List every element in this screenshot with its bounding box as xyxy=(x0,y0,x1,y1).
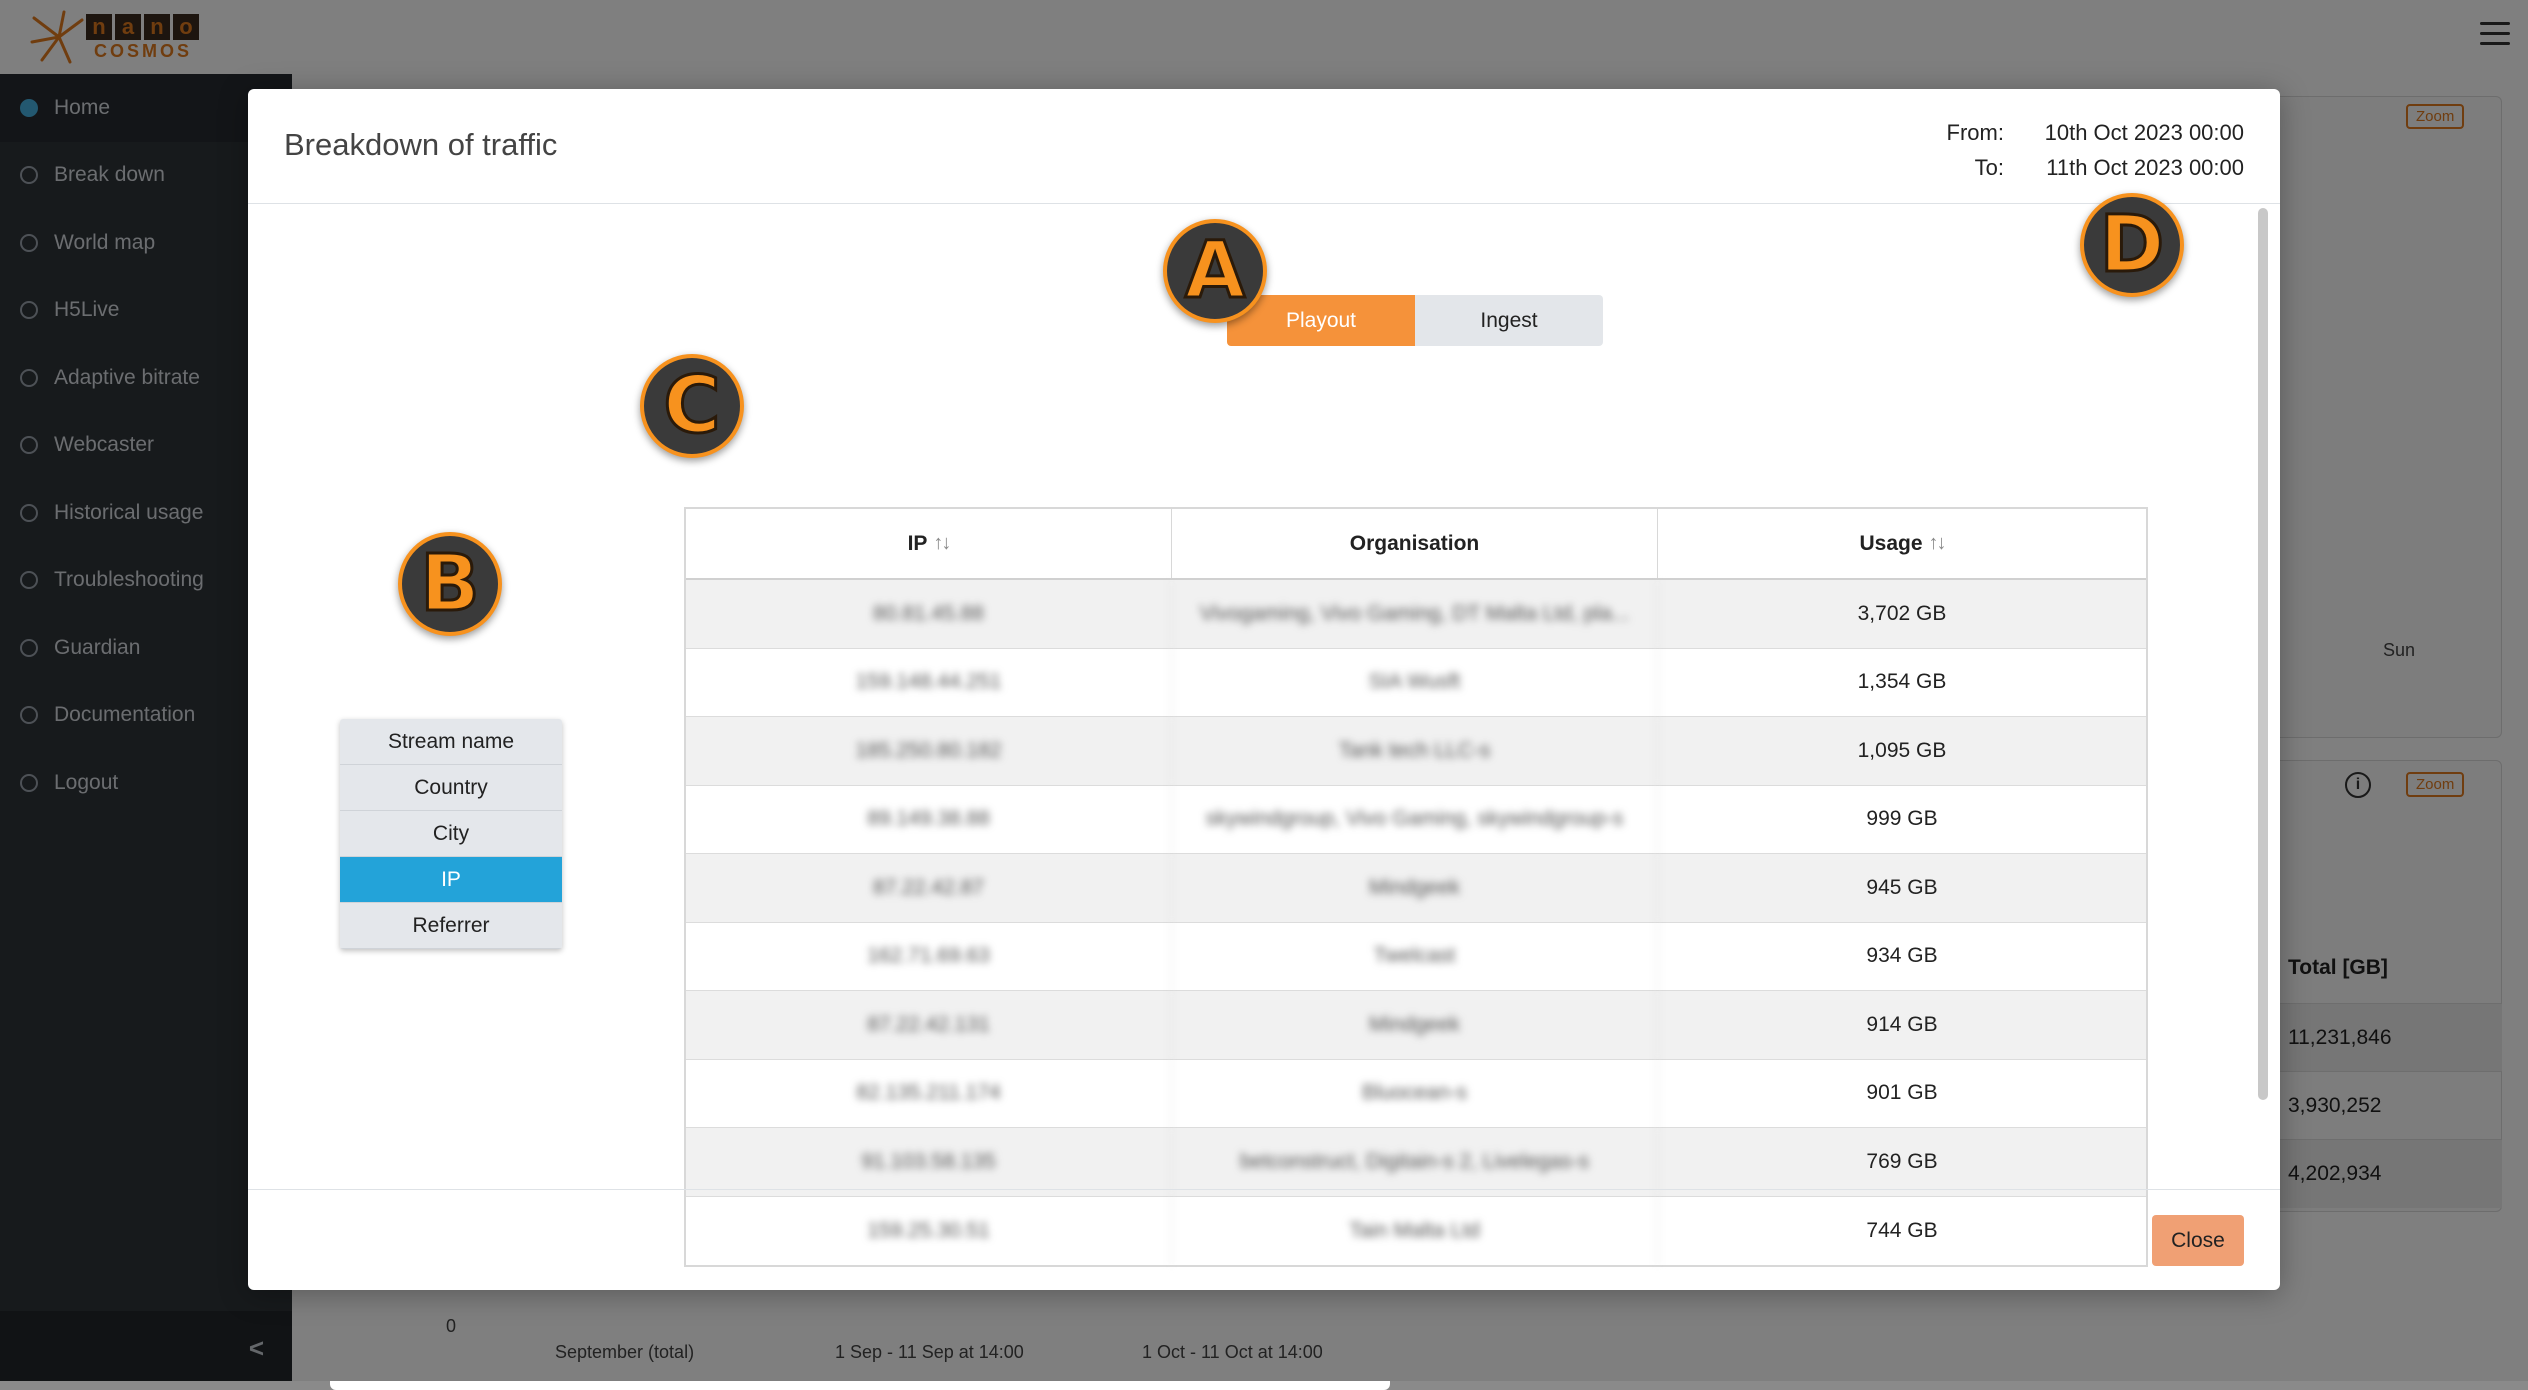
usage-cell: 914 GB xyxy=(1866,1012,1938,1036)
organisation-cell: Twelcast xyxy=(1172,922,1658,990)
annotation-badge-c: C xyxy=(640,354,744,458)
table-row: 80.81.45.88 Vivogaming, Vivo Gaming, DT … xyxy=(686,580,2146,649)
scrollbar[interactable] xyxy=(2258,208,2268,1100)
to-label: To: xyxy=(1974,154,2004,180)
category-city[interactable]: City xyxy=(340,811,562,857)
date-range: From: 10th Oct 2023 00:00 To: 11th Oct 2… xyxy=(1904,115,2244,185)
annotation-badge-d: D xyxy=(2080,193,2184,297)
category-country[interactable]: Country xyxy=(340,765,562,811)
table-row: 87.22.42.131 Mindgeek 914 GB xyxy=(686,991,2146,1060)
ip-cell: 162.71.69.63 xyxy=(686,922,1172,990)
table-row: 162.71.69.63 Twelcast 934 GB xyxy=(686,922,2146,991)
ingest-button[interactable]: Ingest xyxy=(1415,295,1603,346)
table-header: IP ↑↓ Organisation Usage ↑↓ xyxy=(686,509,2146,580)
modal-footer: Close xyxy=(248,1189,2280,1291)
organisation-column-header: Organisation xyxy=(1172,509,1658,578)
ip-cell: 91.103.58.135 xyxy=(686,1128,1172,1196)
to-value: 11th Oct 2023 00:00 xyxy=(2046,154,2244,180)
header-label: IP xyxy=(907,531,928,555)
table-row: 159.148.44.251 SIA Wusft 1,354 GB xyxy=(686,648,2146,717)
header-label: Usage xyxy=(1859,531,1923,555)
usage-cell: 1,354 GB xyxy=(1857,670,1947,694)
ip-cell: 87.22.42.131 xyxy=(686,991,1172,1059)
ip-cell: 159.148.44.251 xyxy=(686,648,1172,716)
organisation-cell: Vivogaming, Vivo Gaming, DT Malta Ltd, p… xyxy=(1172,580,1658,648)
organisation-cell: skywindgroup, Vivo Gaming, skywindgroup-… xyxy=(1172,785,1658,853)
organisation-cell: Tank tech LLC-s xyxy=(1172,717,1658,785)
usage-cell: 901 GB xyxy=(1866,1081,1938,1105)
modal-body: Playout Ingest Stream name Country City … xyxy=(248,204,2280,1267)
annotation-badge-a: A xyxy=(1163,219,1267,323)
table-row: 82.135.211.174 Bluocean-s 901 GB xyxy=(686,1059,2146,1128)
table-row: 91.103.58.135 betconstruct, Digitain-s 2… xyxy=(686,1128,2146,1197)
table-row: 87.22.42.87 Mindgeek 945 GB xyxy=(686,854,2146,923)
ip-column-header[interactable]: IP ↑↓ xyxy=(686,509,1172,578)
table-row: 89.149.38.88 skywindgroup, Vivo Gaming, … xyxy=(686,785,2146,854)
category-ip[interactable]: IP xyxy=(340,857,562,903)
from-value: 10th Oct 2023 00:00 xyxy=(2044,119,2244,145)
organisation-cell: Bluocean-s xyxy=(1172,1059,1658,1127)
usage-cell: 945 GB xyxy=(1866,875,1938,899)
header-label: Organisation xyxy=(1349,531,1480,555)
ip-cell: 89.149.38.88 xyxy=(686,785,1172,853)
organisation-cell: Mindgeek xyxy=(1172,854,1658,922)
ip-cell: 82.135.211.174 xyxy=(686,1059,1172,1127)
close-button[interactable]: Close xyxy=(2152,1215,2244,1266)
usage-cell: 934 GB xyxy=(1866,944,1938,968)
category-referrer[interactable]: Referrer xyxy=(340,903,562,949)
from-label: From: xyxy=(1946,119,2004,145)
traffic-type-toggle: Playout Ingest xyxy=(1227,295,1603,346)
ip-cell: 87.22.42.87 xyxy=(686,854,1172,922)
usage-cell: 769 GB xyxy=(1866,1149,1938,1173)
sort-icon[interactable]: ↑↓ xyxy=(933,532,951,555)
usage-cell: 1,095 GB xyxy=(1857,738,1947,762)
table-row: 185.250.80.182 Tank tech LLC-s 1,095 GB xyxy=(686,717,2146,786)
organisation-cell: betconstruct, Digitain-s 2, Livelegas-s xyxy=(1172,1128,1658,1196)
category-stream-name[interactable]: Stream name xyxy=(340,719,562,765)
organisation-cell: SIA Wusft xyxy=(1172,648,1658,716)
traffic-table: IP ↑↓ Organisation Usage ↑↓ 80.81.45.88 … xyxy=(684,507,2148,1267)
modal-title: Breakdown of traffic xyxy=(284,127,558,162)
ip-cell: 185.250.80.182 xyxy=(686,717,1172,785)
category-list: Stream name Country City IP Referrer xyxy=(340,719,562,949)
modal-header: Breakdown of traffic From: 10th Oct 2023… xyxy=(248,89,2280,204)
usage-cell: 999 GB xyxy=(1866,807,1938,831)
usage-cell: 3,702 GB xyxy=(1857,601,1947,625)
ip-cell: 80.81.45.88 xyxy=(686,580,1172,648)
usage-column-header[interactable]: Usage ↑↓ xyxy=(1658,509,2146,578)
organisation-cell: Mindgeek xyxy=(1172,991,1658,1059)
annotation-badge-b: B xyxy=(398,532,502,636)
sort-icon[interactable]: ↑↓ xyxy=(1929,532,1947,555)
